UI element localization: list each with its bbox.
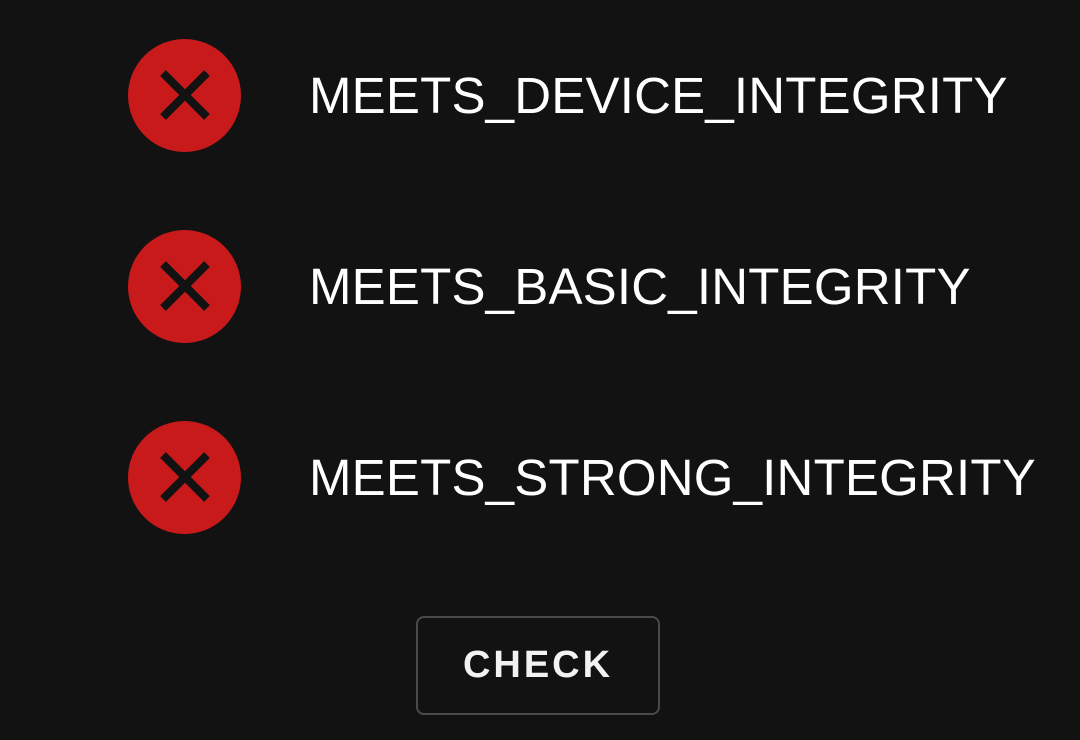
fail-x-icon: [128, 38, 241, 152]
check-row-device-integrity: MEETS_DEVICE_INTEGRITY: [128, 38, 1008, 152]
x-mark-icon: [159, 452, 210, 502]
check-label: MEETS_DEVICE_INTEGRITY: [309, 66, 1008, 124]
check-label: MEETS_BASIC_INTEGRITY: [309, 257, 971, 315]
check-row-strong-integrity: MEETS_STRONG_INTEGRITY: [128, 420, 1036, 534]
fail-x-icon: [128, 420, 241, 534]
check-button[interactable]: CHECK: [416, 616, 660, 715]
fail-x-icon: [128, 229, 241, 343]
x-mark-icon: [159, 70, 210, 120]
check-label: MEETS_STRONG_INTEGRITY: [309, 448, 1036, 506]
x-mark-icon: [159, 261, 210, 311]
check-row-basic-integrity: MEETS_BASIC_INTEGRITY: [128, 229, 971, 343]
integrity-check-screen: MEETS_DEVICE_INTEGRITY MEETS_BASIC_INTEG…: [0, 0, 1080, 740]
